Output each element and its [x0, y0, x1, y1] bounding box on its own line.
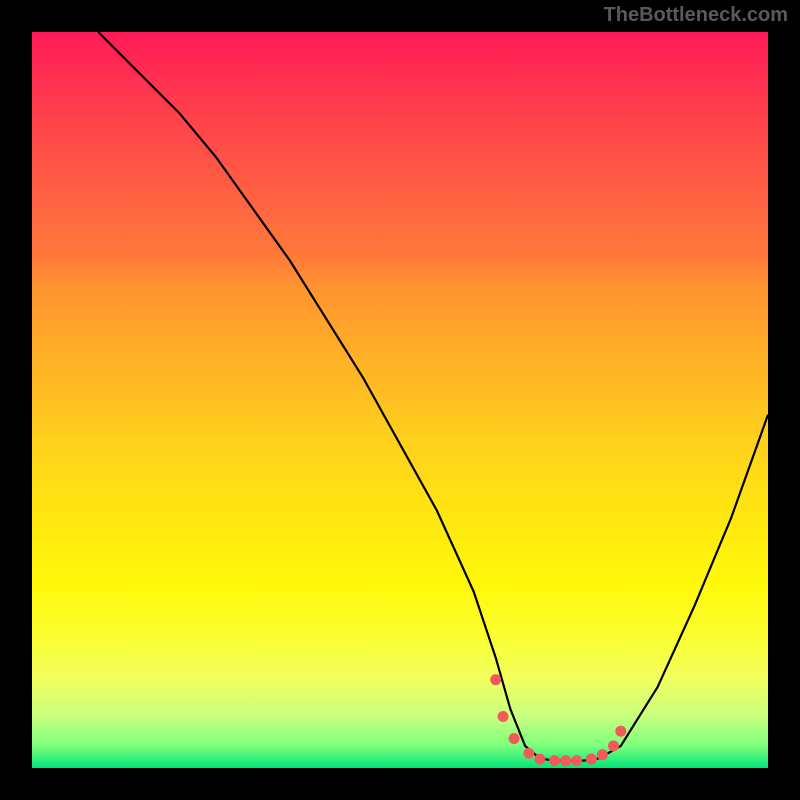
- markers-layer: [32, 32, 768, 768]
- optimal-marker: [571, 755, 582, 766]
- optimal-marker: [586, 754, 597, 765]
- optimal-marker: [498, 711, 509, 722]
- watermark-label: TheBottleneck.com: [604, 4, 788, 27]
- optimal-marker: [615, 726, 626, 737]
- optimal-marker: [523, 748, 534, 759]
- optimal-marker: [560, 755, 571, 766]
- optimal-marker: [608, 740, 619, 751]
- optimal-marker: [597, 749, 608, 760]
- optimal-marker: [549, 755, 560, 766]
- optimal-marker: [534, 754, 545, 765]
- chart-plot-area: [32, 32, 768, 768]
- optimal-marker: [490, 674, 501, 685]
- optimal-range-markers: [490, 674, 626, 766]
- optimal-marker: [509, 733, 520, 744]
